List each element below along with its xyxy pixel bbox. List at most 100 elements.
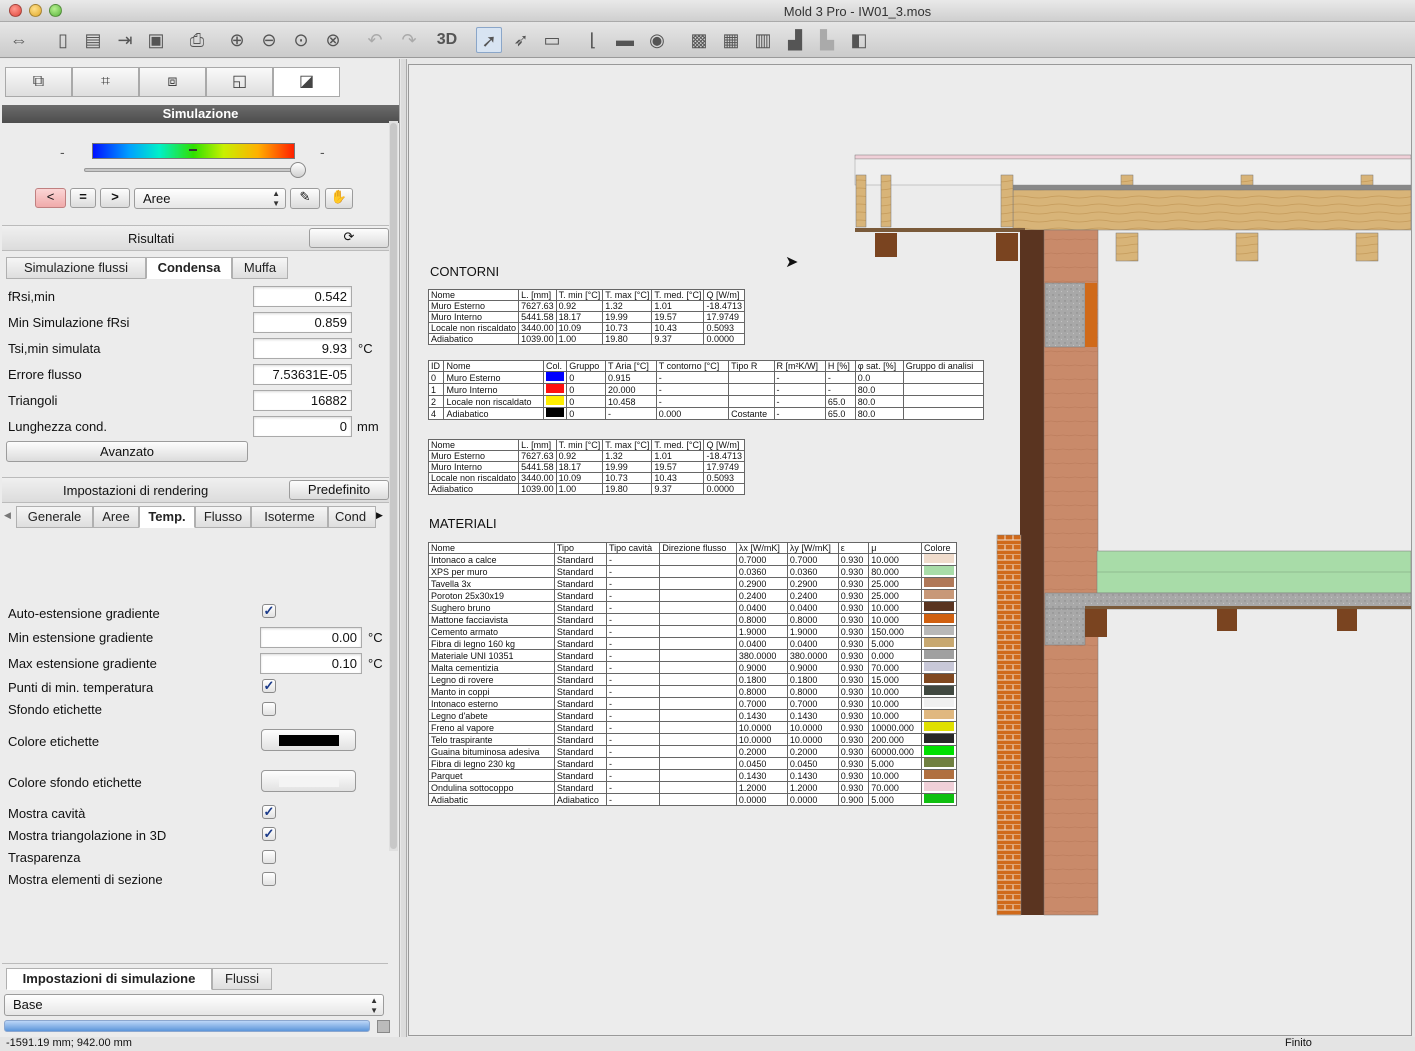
flow-error-value: 7.53631E-05 [253,364,352,385]
view-layers-tab[interactable]: ⧈ [139,67,206,97]
simulation-preset-value: Base [13,997,43,1012]
zoom-window-icon[interactable]: ⊗ [320,27,346,53]
render-settings-header: Impostazioni di rendering Predefinito [2,477,391,503]
slab-joist [1337,609,1357,631]
show-tri3d-checkbox[interactable]: ✓ [262,827,276,841]
compare-eq-button[interactable]: = [70,188,96,208]
triangles-label: Triangoli [8,393,58,408]
view-simulation-tab[interactable]: ◪ [273,67,340,97]
layers-icon[interactable]: ▩ [686,27,712,53]
new-file-icon[interactable]: ▯ [50,27,76,53]
tab-isotherms[interactable]: Isoterme [251,506,328,528]
tab-flow-simulation[interactable]: Simulazione flussi [6,257,146,279]
moisture-icon[interactable]: ◧ [846,27,872,53]
triangles-value: 16882 [253,390,352,411]
boundary-tool-icon[interactable]: ⌊ [580,27,606,53]
label-color-button[interactable] [261,729,356,751]
min-ext-input[interactable]: 0.00 [260,627,362,648]
print-icon[interactable]: ⎙ [184,27,210,53]
chart-disabled-icon[interactable]: ▙ [814,27,840,53]
area-select-value: Aree [143,191,171,206]
eyedropper-button[interactable]: ✎ [290,188,320,209]
panel-splitter[interactable] [401,59,407,1037]
gradient-slider-knob[interactable] [290,162,306,178]
compare-lt-button[interactable]: < [35,188,66,208]
show-section-checkbox[interactable] [262,872,276,886]
left-panel-scrollbar[interactable] [389,121,398,851]
ruler-icon[interactable]: ▭ [539,27,565,53]
select-pointer-icon[interactable]: ➚ [476,27,502,53]
tab-temp[interactable]: Temp. [139,506,195,528]
drawing-canvas[interactable]: CONTORNI Nome L. [mm] T. min [°C] T. max [°… [408,64,1412,1036]
tab-mold[interactable]: Muffa [232,257,288,279]
joist [1115,232,1139,262]
label-bg-color-button[interactable] [261,770,356,792]
show-cavity-checkbox[interactable]: ✓ [262,805,276,819]
gradient-slider-track[interactable] [84,168,302,172]
advanced-button[interactable]: Avanzato [6,441,248,462]
comment-icon[interactable]: ▬ [612,27,638,53]
transparency-checkbox[interactable] [262,850,276,864]
slab-beam [1044,608,1086,646]
redo-icon[interactable]: ↷ [396,27,422,53]
tab-simulation-settings[interactable]: Impostazioni di simulazione [6,968,212,990]
view-crop-tab[interactable]: ⌗ [72,67,139,97]
crop-icon: ⌗ [100,73,110,90]
view-mode-tabs: ⧉ ⌗ ⧈ ◱ ◪ [5,67,341,97]
show-section-label: Mostra elementi di sezione [8,872,163,887]
compare-gt-button[interactable]: > [100,188,130,208]
transparency-label: Trasparenza [8,850,81,865]
temperature-gradient-bar [92,143,295,159]
zoom-in-icon[interactable]: ⊕ [224,27,250,53]
refresh-icon: ⟳ [343,229,355,244]
shape-icon: ◱ [231,73,248,90]
roof-ondulina [854,154,1411,160]
simulation-preset-select[interactable]: Base ▲ ▼ [4,994,384,1016]
flux-icon[interactable]: ▥ [750,27,776,53]
label-bg-checkbox[interactable] [262,702,276,716]
area-select[interactable]: Aree ▲ ▼ [134,188,286,209]
resize-arrows-icon[interactable]: ⇔ [6,27,32,53]
scrollbar-thumb[interactable] [390,123,397,849]
gradient-min-label: - [60,144,65,160]
zoom-fit-icon[interactable]: ⊙ [288,27,314,53]
cond-length-label: Lunghezza cond. [8,419,108,434]
joist [1235,232,1259,262]
view-shape-tab[interactable]: ◱ [206,67,273,97]
stop-simulation-button[interactable] [377,1020,390,1033]
eye-icon[interactable]: ◉ [644,27,670,53]
mesh-icon[interactable]: ▦ [718,27,744,53]
zoom-out-icon[interactable]: ⊖ [256,27,282,53]
window-title: Mold 3 Pro - IW01_3.mos [783,4,932,19]
render-tabs-scroll-left-icon[interactable]: ◀ [4,510,11,521]
view-geometry-tab[interactable]: ⧉ [5,67,72,97]
left-panel: ⧉ ⌗ ⧈ ◱ ◪ Simulazione - - < = > Aree ▲ ▼ … [0,59,400,1037]
chart-icon[interactable]: ▟ [782,27,808,53]
select-node-icon[interactable]: ➶ [508,27,534,53]
max-ext-input[interactable]: 0.10 [260,653,362,674]
tab-flux[interactable]: Flusso [195,506,251,528]
undo-icon[interactable]: ↶ [362,27,388,53]
default-button[interactable]: Predefinito [289,480,389,500]
tab-flows[interactable]: Flussi [212,968,272,990]
tab-cond[interactable]: Cond [328,506,376,528]
roof-board [855,228,1025,232]
view-3d-button[interactable]: 3D [432,27,462,53]
eyedropper-icon: ✎ [299,189,311,204]
frsi-min-value: 0.542 [253,286,352,307]
hand-button[interactable]: ✋ [325,188,353,209]
section-drawing[interactable] [409,65,1412,1036]
auto-ext-checkbox[interactable]: ✓ [262,604,276,618]
label-bg-color-swatch [279,776,339,787]
refresh-results-button[interactable]: ⟳ [309,228,389,248]
open-folder-icon[interactable]: ▤ [80,27,106,53]
tab-general[interactable]: Generale [16,506,93,528]
tab-condensation[interactable]: Condensa [146,257,232,279]
import-icon[interactable]: ⇥ [112,27,138,53]
geometry-view-icon: ⧉ [32,73,45,90]
render-tabs-scroll-right-icon[interactable]: ▶ [376,510,383,521]
min-points-checkbox[interactable]: ✓ [262,679,276,693]
tsi-min-value: 9.93 [253,338,352,359]
save-icon[interactable]: ▣ [143,27,169,53]
tab-areas[interactable]: Aree [93,506,139,528]
